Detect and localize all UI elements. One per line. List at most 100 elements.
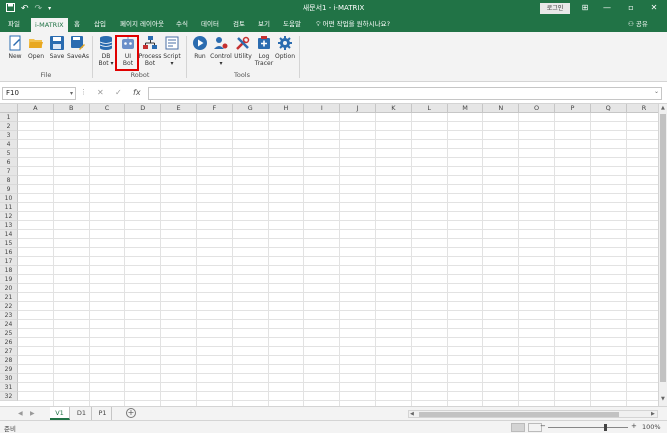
log-tracer-button[interactable]: Log Tracer bbox=[254, 35, 274, 67]
utility-button[interactable]: Utility bbox=[234, 35, 252, 60]
scroll-left-icon[interactable]: ◀ bbox=[410, 412, 414, 417]
row-header[interactable]: 21 bbox=[0, 293, 18, 302]
control-button[interactable]: Control ▾ bbox=[210, 35, 232, 67]
column-header[interactable]: N bbox=[483, 104, 520, 113]
tab-help[interactable]: 도움말 bbox=[283, 19, 301, 30]
zoom-slider[interactable] bbox=[548, 427, 628, 428]
sheet-next-icon[interactable]: ▶ bbox=[30, 410, 35, 417]
column-header[interactable]: C bbox=[89, 104, 126, 113]
new-button[interactable]: New bbox=[6, 35, 24, 60]
column-header[interactable]: F bbox=[197, 104, 233, 113]
row-header[interactable]: 7 bbox=[0, 167, 18, 176]
login-button[interactable]: 로그인 bbox=[540, 3, 570, 14]
scroll-down-icon[interactable]: ▼ bbox=[661, 397, 665, 402]
row-header[interactable]: 14 bbox=[0, 230, 18, 239]
row-header[interactable]: 9 bbox=[0, 185, 18, 194]
scroll-up-icon[interactable]: ▲ bbox=[661, 106, 665, 111]
row-header[interactable]: 25 bbox=[0, 329, 18, 338]
column-header[interactable]: E bbox=[161, 104, 197, 113]
open-button[interactable]: Open bbox=[27, 35, 45, 60]
row-header[interactable]: 17 bbox=[0, 257, 18, 266]
row-header[interactable]: 13 bbox=[0, 221, 18, 230]
vertical-scroll-thumb[interactable] bbox=[660, 114, 666, 382]
column-header[interactable]: G bbox=[232, 104, 269, 113]
row-header[interactable]: 8 bbox=[0, 176, 18, 185]
row-header[interactable]: 1 bbox=[0, 113, 18, 122]
minimize-icon[interactable]: — bbox=[600, 2, 614, 14]
row-header[interactable]: 4 bbox=[0, 140, 18, 149]
enter-check-icon[interactable]: ✓ bbox=[115, 88, 122, 97]
tab-data[interactable]: 데이터 bbox=[201, 19, 219, 30]
zoom-out-button[interactable]: − bbox=[540, 422, 546, 430]
sheet-tab-d1[interactable]: D1 bbox=[72, 407, 92, 420]
row-header[interactable]: 11 bbox=[0, 203, 18, 212]
row-header[interactable]: 31 bbox=[0, 383, 18, 392]
normal-view-icon[interactable] bbox=[511, 423, 525, 432]
zoom-percent[interactable]: 100% bbox=[642, 423, 661, 431]
column-header[interactable]: D bbox=[125, 104, 162, 113]
row-header[interactable]: 6 bbox=[0, 158, 18, 167]
db-bot-button[interactable]: DB Bot ▾ bbox=[97, 35, 115, 67]
row-header[interactable]: 22 bbox=[0, 302, 18, 311]
tab-imatrix[interactable]: i-MATRIX bbox=[31, 18, 68, 32]
option-button[interactable]: Option bbox=[275, 35, 295, 60]
column-header[interactable]: M bbox=[447, 104, 484, 113]
add-sheet-icon[interactable]: + bbox=[126, 408, 136, 418]
restore-icon[interactable]: ▫ bbox=[624, 2, 638, 14]
row-header[interactable]: 24 bbox=[0, 320, 18, 329]
tab-home[interactable]: 홈 bbox=[74, 19, 80, 30]
column-header[interactable]: R bbox=[626, 104, 658, 113]
spreadsheet-grid[interactable]: A B C D E F G H I J K L M N O P Q R 1 2 3 4 5 6 7 8 9 10 11 12 13 14 15 1… bbox=[0, 104, 658, 406]
column-header[interactable]: B bbox=[53, 104, 90, 113]
formula-input[interactable]: ⌄ bbox=[148, 87, 662, 100]
script-button[interactable]: Script ▾ bbox=[163, 35, 181, 67]
column-header[interactable]: Q bbox=[590, 104, 627, 113]
row-header[interactable]: 5 bbox=[0, 149, 18, 158]
tab-review[interactable]: 검토 bbox=[233, 19, 245, 30]
sheet-prev-icon[interactable]: ◀ bbox=[18, 410, 23, 417]
row-header[interactable]: 29 bbox=[0, 365, 18, 374]
row-header[interactable]: 2 bbox=[0, 122, 18, 131]
row-header[interactable]: 10 bbox=[0, 194, 18, 203]
zoom-in-button[interactable]: + bbox=[631, 422, 637, 430]
process-bot-button[interactable]: Process Bot bbox=[138, 35, 162, 67]
column-header[interactable]: L bbox=[411, 104, 448, 113]
horizontal-scrollbar[interactable]: ◀ ▶ bbox=[408, 410, 658, 418]
horizontal-scroll-thumb[interactable] bbox=[419, 412, 619, 417]
column-header[interactable]: P bbox=[555, 104, 591, 113]
vertical-scrollbar[interactable]: ▲ ▼ bbox=[658, 104, 667, 406]
run-button[interactable]: Run bbox=[192, 35, 208, 60]
zoom-slider-knob[interactable] bbox=[604, 424, 607, 431]
row-header[interactable]: 20 bbox=[0, 284, 18, 293]
column-header[interactable]: I bbox=[304, 104, 341, 113]
row-header[interactable]: 12 bbox=[0, 212, 18, 221]
row-header[interactable]: 27 bbox=[0, 347, 18, 356]
column-header[interactable]: J bbox=[340, 104, 376, 113]
row-header[interactable]: 15 bbox=[0, 239, 18, 248]
row-header[interactable]: 18 bbox=[0, 266, 18, 275]
save-button[interactable]: Save bbox=[48, 35, 66, 60]
close-icon[interactable]: ✕ bbox=[647, 2, 661, 14]
row-header[interactable]: 26 bbox=[0, 338, 18, 347]
row-header[interactable]: 16 bbox=[0, 248, 18, 257]
column-header[interactable]: K bbox=[376, 104, 412, 113]
tab-page-layout[interactable]: 페이지 레이아웃 bbox=[120, 19, 164, 30]
row-header[interactable]: 3 bbox=[0, 131, 18, 140]
name-box[interactable]: F10 ▾ bbox=[2, 87, 76, 100]
insert-function-icon[interactable]: fx bbox=[133, 88, 141, 97]
tab-file[interactable]: 파일 bbox=[8, 19, 20, 30]
row-header[interactable]: 28 bbox=[0, 356, 18, 365]
share-button[interactable]: ⚇ 공유 bbox=[628, 19, 648, 30]
column-header[interactable]: O bbox=[519, 104, 555, 113]
select-all-corner[interactable] bbox=[0, 104, 18, 113]
tab-view[interactable]: 보기 bbox=[258, 19, 270, 30]
expand-formula-icon[interactable]: ⌄ bbox=[654, 88, 659, 95]
tab-insert[interactable]: 삽입 bbox=[94, 19, 106, 30]
scroll-right-icon[interactable]: ▶ bbox=[651, 412, 655, 417]
tab-formulas[interactable]: 수식 bbox=[176, 19, 188, 30]
column-header[interactable]: H bbox=[268, 104, 305, 113]
cancel-x-icon[interactable]: ✕ bbox=[97, 88, 104, 97]
saveas-button[interactable]: SaveAs bbox=[67, 35, 89, 60]
row-header[interactable]: 23 bbox=[0, 311, 18, 320]
sheet-tab-v1[interactable]: V1 bbox=[50, 407, 70, 420]
